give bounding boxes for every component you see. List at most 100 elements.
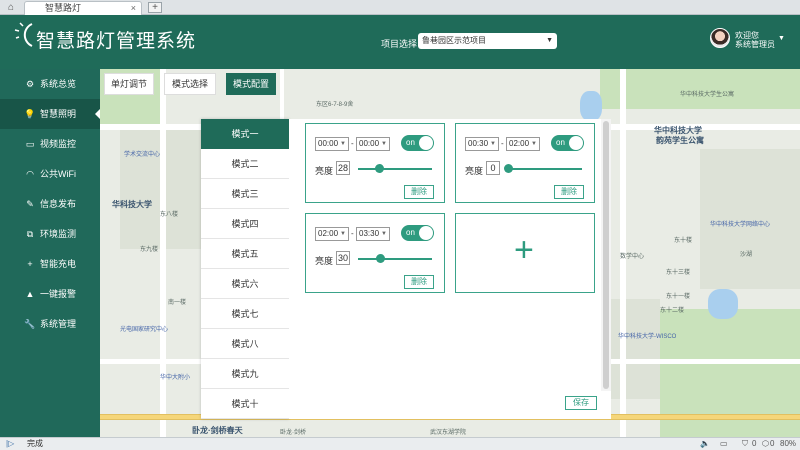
end-time-select[interactable]: 03:30 ▼ <box>356 227 390 241</box>
mode-item[interactable]: 模式十 <box>201 389 289 419</box>
monitor-icon: ▭ <box>25 139 35 149</box>
map-label: 华中科技大学生公寓 <box>680 92 735 98</box>
brightness-slider-track[interactable] <box>508 168 582 170</box>
brightness-slider-track[interactable] <box>358 258 432 260</box>
logo-icon <box>14 22 33 47</box>
add-schedule-card[interactable]: + <box>455 213 595 293</box>
sidebar-item-video[interactable]: ▭ 视频监控 <box>0 129 100 159</box>
chevron-down-icon: ▼ <box>340 141 346 147</box>
map-road <box>280 69 284 119</box>
mode-item[interactable]: 模式二 <box>201 149 289 179</box>
map-label: 东八楼 <box>160 212 179 218</box>
map-label: 东九楼 <box>140 247 159 253</box>
delete-button[interactable]: 删除 <box>554 185 584 199</box>
map-label: 光电国家研究中心 <box>120 327 169 333</box>
single-light-button[interactable]: 单灯调节 <box>104 73 154 95</box>
zoom-level[interactable]: 80% <box>780 438 796 450</box>
map-label: 华中大附小 <box>160 375 191 381</box>
user-menu-caret-icon[interactable]: ▼ <box>778 35 785 42</box>
delete-button[interactable]: 删除 <box>404 275 434 289</box>
avatar[interactable] <box>710 28 730 48</box>
map-label: 东十一楼 <box>666 294 691 300</box>
brightness-input[interactable]: 30 <box>336 251 350 265</box>
user-info[interactable]: 欢迎您 系统管理员 <box>735 31 775 49</box>
map-label: 学术交流中心 <box>124 152 161 158</box>
user-role: 系统管理员 <box>735 40 775 49</box>
gear-icon: ⚙ <box>25 79 35 89</box>
sidebar-item-charging[interactable]: + 智能充电 <box>0 249 100 279</box>
sidebar-item-label: 系统总览 <box>40 79 77 89</box>
brightness-label: 亮度 <box>315 256 334 266</box>
start-time-select[interactable]: 02:00 ▼ <box>315 227 349 241</box>
map-label: 华中科技大学网络中心 <box>710 222 771 228</box>
schedule-card: 00:00 ▼ - 00:00 ▼ on 亮度 28 删除 <box>305 123 445 203</box>
delete-button[interactable]: 删除 <box>404 185 434 199</box>
mode-config-button[interactable]: 模式配置 <box>226 73 276 95</box>
sidebar-item-lighting[interactable]: 💡 智慧照明 <box>0 99 101 129</box>
end-time-select[interactable]: 02:00 ▼ <box>506 137 540 151</box>
browser-tab[interactable]: 智慧路灯 × <box>24 1 142 15</box>
panel-scrollbar[interactable] <box>601 119 611 391</box>
mode-item[interactable]: 模式六 <box>201 269 289 299</box>
time-separator: - <box>351 229 354 238</box>
map-label: 东十二楼 <box>660 308 685 314</box>
sidebar-toggle-icon[interactable]: |▷ <box>6 438 14 450</box>
map-label: 卧龙·剑桥 <box>280 430 306 436</box>
mode-item[interactable]: 模式八 <box>201 329 289 359</box>
map-water <box>708 289 738 319</box>
brightness-slider-knob[interactable] <box>376 254 386 263</box>
schedule-toggle[interactable]: on <box>551 135 584 151</box>
browser-tab-bar: ⌂ 智慧路灯 × + <box>0 0 800 15</box>
toggle-knob <box>419 226 433 240</box>
status-counter-b-icon[interactable]: ⬡ <box>762 438 769 450</box>
start-time-select[interactable]: 00:00 ▼ <box>315 137 349 151</box>
brightness-input[interactable]: 28 <box>336 161 350 175</box>
new-tab-button[interactable]: + <box>148 2 162 13</box>
shield-icon[interactable]: ⛉ <box>742 438 748 450</box>
brightness-slider-knob[interactable] <box>504 164 513 173</box>
plus-icon: + <box>27 259 33 269</box>
scrollbar-thumb[interactable] <box>603 121 609 389</box>
schedule-card: 02:00 ▼ - 03:30 ▼ on 亮度 30 删除 <box>305 213 445 293</box>
speaker-icon[interactable]: 🔈 <box>700 438 710 450</box>
mode-item[interactable]: 模式九 <box>201 359 289 389</box>
sidebar: ⚙ 系统总览 💡 智慧照明 ▭ 视频监控 ◠ 公共WiFi ✎ 信息发布 ⧉ 环… <box>0 69 101 437</box>
close-icon[interactable]: × <box>131 2 136 15</box>
save-button[interactable]: 保存 <box>565 396 597 410</box>
sidebar-item-label: 视频监控 <box>40 139 77 149</box>
map-road <box>160 69 166 437</box>
warning-icon: ▲ <box>25 289 35 299</box>
mode-item[interactable]: 模式七 <box>201 299 289 329</box>
sidebar-item-environment[interactable]: ⧉ 环境监测 <box>0 219 100 249</box>
map-label: 数学中心 <box>620 254 645 260</box>
chevron-down-icon: ▼ <box>340 231 346 237</box>
mode-item[interactable]: 模式三 <box>201 179 289 209</box>
end-time-select[interactable]: 00:00 ▼ <box>356 137 390 151</box>
end-time-value: 02:00 <box>509 139 530 148</box>
sidebar-item-alarm[interactable]: ▲ 一键报警 <box>0 279 100 309</box>
sidebar-item-overview[interactable]: ⚙ 系统总览 <box>0 69 100 99</box>
sidebar-item-publish[interactable]: ✎ 信息发布 <box>0 189 100 219</box>
brightness-slider-knob[interactable] <box>374 164 384 173</box>
home-icon[interactable]: ⌂ <box>3 1 19 14</box>
sidebar-item-wifi[interactable]: ◠ 公共WiFi <box>0 159 100 189</box>
mode-item[interactable]: 模式一 <box>201 119 289 149</box>
sidebar-item-label: 信息发布 <box>40 199 77 209</box>
sidebar-item-system[interactable]: 🔧 系统管理 <box>0 309 100 339</box>
map-label: 华科技大学 <box>112 200 152 209</box>
mode-item[interactable]: 模式五 <box>201 239 289 269</box>
brightness-label: 亮度 <box>465 166 484 176</box>
brightness-label: 亮度 <box>315 166 334 176</box>
project-select[interactable]: 鲁巷园区示范项目 ▼ <box>418 33 557 49</box>
brightness-input[interactable]: 0 <box>486 161 500 175</box>
brightness-slider-track[interactable] <box>358 168 432 170</box>
mode-select-button[interactable]: 模式选择 <box>164 73 216 95</box>
map-label: 韵苑学生公寓 <box>656 136 704 145</box>
map-label: 卧龙·剑桥春天 <box>192 426 243 435</box>
schedule-toggle[interactable]: on <box>401 135 434 151</box>
schedule-toggle[interactable]: on <box>401 225 434 241</box>
mode-item[interactable]: 模式四 <box>201 209 289 239</box>
window-icon[interactable]: ▭ <box>720 438 728 450</box>
wrench-icon: 🔧 <box>24 319 36 329</box>
start-time-select[interactable]: 00:30 ▼ <box>465 137 499 151</box>
